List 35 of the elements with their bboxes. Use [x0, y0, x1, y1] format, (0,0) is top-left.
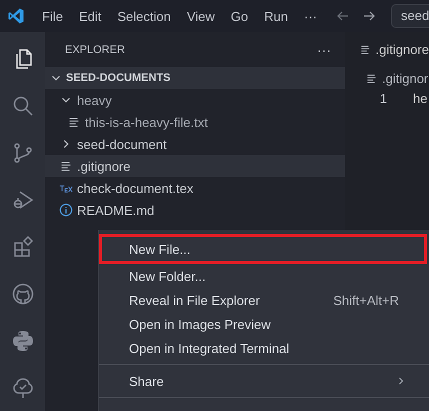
tree-item[interactable]: .gitignore	[45, 155, 345, 177]
menu-item[interactable]: View	[178, 8, 223, 24]
menu-item[interactable]: New Folder...	[99, 264, 427, 288]
tree-item[interactable]: heavy	[45, 89, 345, 111]
code-text: he	[413, 91, 428, 106]
logo-icon	[7, 7, 25, 25]
github-icon[interactable]	[10, 282, 34, 306]
menu-item[interactable]: Reveal in File Explorer Shift+Alt+R	[99, 288, 427, 312]
workspace-folder-header[interactable]: SEED-DOCUMENTS	[45, 67, 345, 89]
more-actions-button[interactable]: ···	[317, 42, 331, 58]
tree-item[interactable]: seed-document	[45, 133, 345, 155]
menu-item[interactable]: Selection	[109, 8, 179, 24]
menu-item[interactable]: Share	[99, 369, 427, 393]
info-icon	[59, 203, 73, 217]
line-number: 1	[378, 91, 387, 106]
menu-item[interactable]: New File...	[99, 234, 427, 264]
breadcrumb[interactable]: .gitignor	[345, 67, 429, 89]
tree-item[interactable]: this-is-a-heavy-file.txt	[45, 111, 345, 133]
more-menu[interactable]: ···	[296, 8, 325, 24]
text-file-icon	[67, 115, 81, 129]
menu-item[interactable]: Open in Images Preview	[99, 312, 427, 336]
menu-item[interactable]: Go	[222, 8, 256, 24]
text-file-icon	[359, 43, 372, 56]
tree-item[interactable]: README.md	[45, 199, 345, 221]
menu-item[interactable]: Edit	[70, 8, 110, 24]
tree-item[interactable]: check-document.tex	[45, 177, 345, 199]
menu-item[interactable]: File	[34, 8, 71, 24]
python-icon[interactable]	[10, 328, 34, 353]
tree-check-icon[interactable]	[10, 376, 34, 400]
menu-item[interactable]: Run	[256, 8, 296, 24]
menu-item[interactable]: Open in Integrated Terminal	[99, 336, 427, 360]
text-file-icon	[59, 159, 73, 173]
search-field[interactable]: seed	[391, 4, 429, 28]
editor-tab[interactable]: .gitignore	[345, 32, 429, 67]
explorer-title: EXPLORER	[65, 44, 125, 56]
